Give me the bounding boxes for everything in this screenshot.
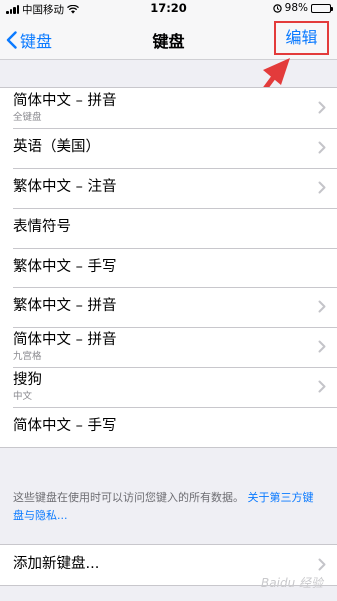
keyboard-title: 搜狗: [13, 372, 42, 389]
keyboard-title: 繁体中文 – 手写: [13, 258, 117, 275]
chevron-right-icon: [318, 181, 326, 194]
chevron-right-icon: [318, 340, 326, 353]
keyboard-row-emoji[interactable]: 表情符号: [0, 207, 337, 248]
keyboard-row-simplified-pinyin-full[interactable]: 简体中文 – 拼音全键盘: [0, 88, 337, 128]
privacy-footer-text: 这些键盘在使用时可以访问您键入的所有数据。: [13, 491, 244, 504]
chevron-right-icon: [318, 141, 326, 154]
keyboard-title: 繁体中文 – 拼音: [13, 298, 117, 315]
keyboard-title: 表情符号: [13, 218, 71, 235]
keyboard-subtitle: 中文: [13, 391, 33, 403]
keyboard-subtitle: 九宫格: [13, 351, 42, 363]
watermark-logo: Baidu 经验: [261, 576, 323, 590]
keyboard-row-english-us[interactable]: 英语（美国）: [0, 127, 337, 168]
keyboard-row-simplified-pinyin-9key[interactable]: 简体中文 – 拼音九宫格: [0, 327, 337, 367]
add-keyboard-label: 添加新键盘...: [13, 556, 100, 572]
keyboard-row-traditional-pinyin[interactable]: 繁体中文 – 拼音: [0, 287, 337, 327]
keyboard-title: 英语（美国）: [13, 138, 100, 155]
keyboard-row-traditional-zhuyin[interactable]: 繁体中文 – 注音: [0, 167, 337, 208]
chevron-right-icon: [318, 101, 326, 114]
privacy-footer: 这些键盘在使用时可以访问您键入的所有数据。 关于第三方键盘与隐私...: [13, 489, 324, 525]
chevron-right-icon: [318, 558, 326, 571]
chevron-right-icon: [318, 300, 326, 313]
status-bar: 中国移动 17:20 98%: [0, 0, 337, 18]
status-right: 98%: [272, 2, 333, 14]
battery-percent: 98%: [284, 2, 308, 14]
battery-icon: [311, 3, 333, 13]
alarm-icon: [272, 3, 282, 13]
keyboard-list: 简体中文 – 拼音 全键盘 英语（美国） 繁体中文 – 注音 表情符号 繁体中文 …: [0, 87, 337, 449]
keyboard-row-sogou[interactable]: 搜狗 中文: [0, 367, 337, 407]
navigation-bar: 键盘 键盘 编辑: [0, 18, 337, 60]
keyboard-title: 简体中文 – 拼音: [13, 93, 117, 109]
keyboard-subtitle: 全键盘: [13, 112, 42, 123]
edit-button[interactable]: 编辑: [274, 21, 329, 55]
keyboard-title: 简体中文 – 拼音: [13, 332, 117, 349]
keyboard-row-simplified-handwriting[interactable]: 简体中文 – 手写: [0, 407, 337, 447]
keyboard-title: 简体中文 – 手写: [13, 418, 117, 435]
keyboard-row-traditional-handwriting[interactable]: 繁体中文 – 手写: [0, 247, 337, 288]
chevron-right-icon: [318, 380, 326, 393]
keyboard-title: 繁体中文 – 注音: [13, 178, 117, 195]
